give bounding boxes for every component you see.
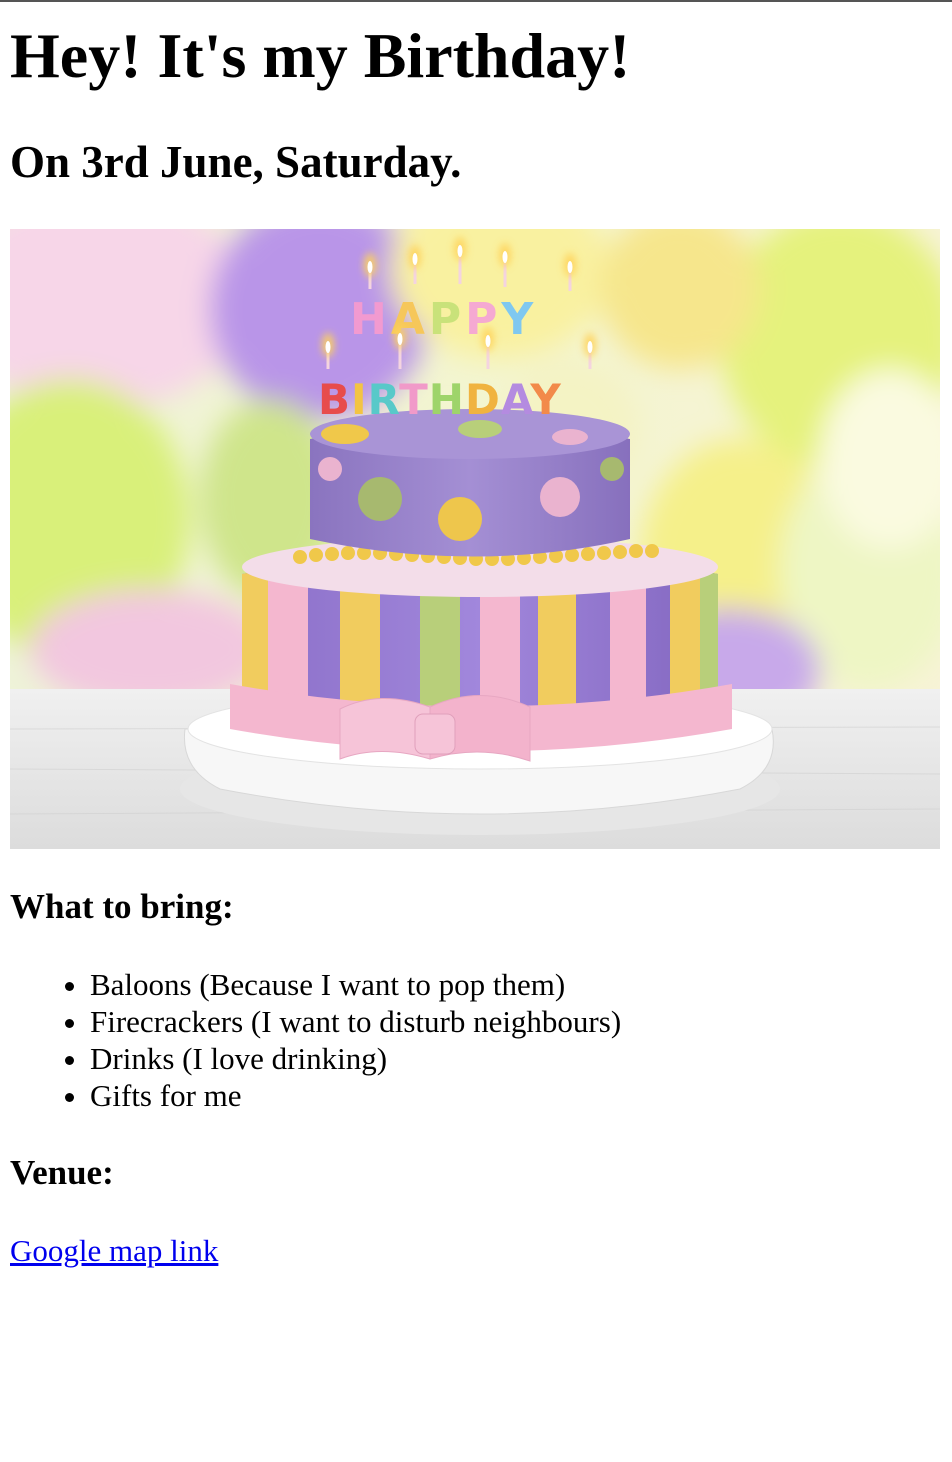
candle-letter: H xyxy=(350,294,391,345)
what-to-bring-heading: What to bring: xyxy=(10,887,234,926)
birthday-cake-image: HAPPY BIRTHDAY xyxy=(10,229,940,849)
bring-list: Baloons (Because I want to pop them) Fir… xyxy=(10,966,621,1114)
cake-illustration: HAPPY BIRTHDAY xyxy=(10,229,940,849)
list-item: Drinks (I love drinking) xyxy=(90,1040,621,1077)
top-border xyxy=(0,0,952,2)
event-date-heading: On 3rd June, Saturday. xyxy=(10,137,462,187)
candle-letter: Y xyxy=(500,294,537,345)
candle-letter: A xyxy=(501,375,534,424)
candle-letter: Y xyxy=(529,375,561,424)
candle-letter: D xyxy=(465,375,501,424)
list-item: Baloons (Because I want to pop them) xyxy=(90,966,621,1003)
candle-letter: R xyxy=(368,375,400,424)
list-item: Firecrackers (I want to disturb neighbou… xyxy=(90,1003,621,1040)
candles-birthday: BIRTHDAY xyxy=(318,375,562,424)
candle-letter: B xyxy=(318,375,351,424)
list-item: Gifts for me xyxy=(90,1077,621,1114)
venue-heading: Venue: xyxy=(10,1153,114,1192)
candles-happy: HAPPY xyxy=(350,294,537,345)
candle-letter: I xyxy=(351,375,368,424)
google-map-link[interactable]: Google map link xyxy=(10,1232,218,1269)
candle-letter: P xyxy=(429,294,465,345)
page-title: Hey! It's my Birthday! xyxy=(10,20,631,91)
svg-text:HAPPY: HAPPY xyxy=(350,294,537,345)
candle-letter: H xyxy=(429,375,465,424)
svg-text:BIRTHDAY: BIRTHDAY xyxy=(318,375,562,424)
candle-letter: T xyxy=(399,375,429,424)
